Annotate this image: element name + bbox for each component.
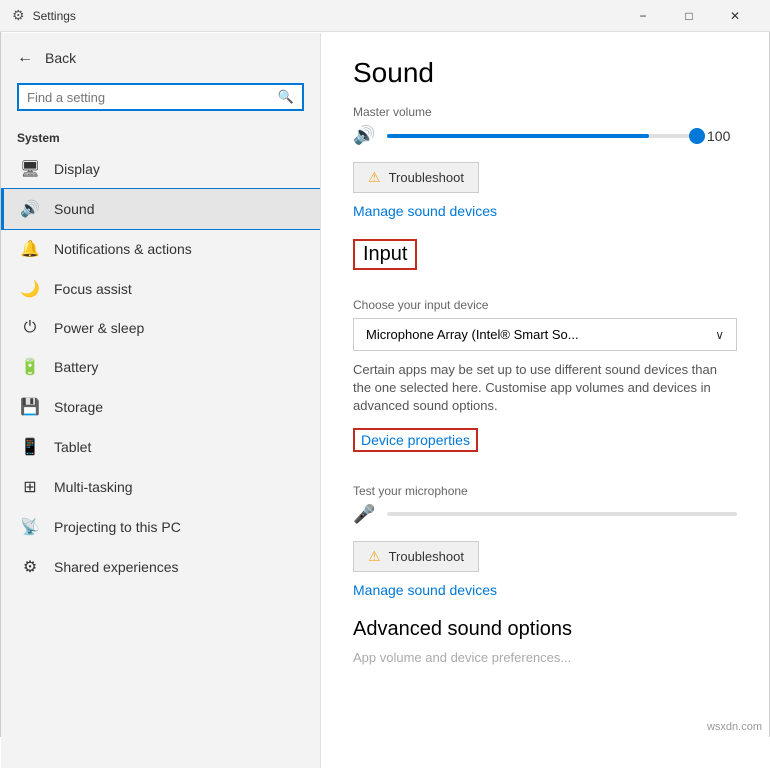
power-icon: ⏻ xyxy=(20,319,40,337)
shared-icon: ⚙ xyxy=(20,557,40,577)
hint-text: Certain apps may be set up to use differ… xyxy=(353,361,737,416)
chevron-down-icon: ∨ xyxy=(715,328,724,342)
app-container: ← Back 🔍 System 🖥 Display 🔊 Sound 🔔 Noti… xyxy=(1,33,769,768)
sidebar: ← Back 🔍 System 🖥 Display 🔊 Sound 🔔 Noti… xyxy=(1,33,321,768)
sidebar-item-label-display: Display xyxy=(54,161,100,177)
sidebar-item-label-projecting: Projecting to this PC xyxy=(54,519,181,535)
sidebar-item-projecting[interactable]: 📡 Projecting to this PC xyxy=(1,507,320,547)
sidebar-section-label: System xyxy=(1,123,320,149)
search-icon: 🔍 xyxy=(278,89,294,105)
troubleshoot-button-2[interactable]: ⚠ Troubleshoot xyxy=(353,541,479,572)
titlebar-title: Settings xyxy=(33,9,620,23)
manage-devices-link-1[interactable]: Manage sound devices xyxy=(353,203,737,219)
input-heading: Input xyxy=(363,243,407,266)
sidebar-item-label-power: Power & sleep xyxy=(54,320,144,336)
back-label: Back xyxy=(45,50,76,66)
sidebar-item-label-tablet: Tablet xyxy=(54,439,91,455)
warn-icon-2: ⚠ xyxy=(368,548,381,565)
sidebar-item-label-battery: Battery xyxy=(54,359,98,375)
advanced-heading: Advanced sound options xyxy=(353,618,737,641)
input-device-dropdown[interactable]: Microphone Array (Intel® Smart So... ∨ xyxy=(353,318,737,351)
sidebar-item-shared[interactable]: ⚙ Shared experiences xyxy=(1,547,320,587)
mic-icon: 🎤 xyxy=(353,504,375,525)
sidebar-item-notifications[interactable]: 🔔 Notifications & actions xyxy=(1,229,320,269)
sound-icon: 🔊 xyxy=(20,199,40,219)
back-button[interactable]: ← Back xyxy=(1,41,320,75)
sidebar-item-display[interactable]: 🖥 Display xyxy=(1,149,320,189)
warn-icon-1: ⚠ xyxy=(368,169,381,186)
sidebar-item-battery[interactable]: 🔋 Battery xyxy=(1,347,320,387)
page-title: Sound xyxy=(353,57,737,89)
sidebar-item-sound[interactable]: 🔊 Sound xyxy=(1,189,320,229)
sidebar-item-multitasking[interactable]: ⊞ Multi-tasking xyxy=(1,467,320,507)
troubleshoot-button-1[interactable]: ⚠ Troubleshoot xyxy=(353,162,479,193)
troubleshoot-label-2: Troubleshoot xyxy=(389,549,464,564)
search-input[interactable] xyxy=(27,90,278,105)
sidebar-item-label-shared: Shared experiences xyxy=(54,559,179,575)
settings-icon: ⚙ xyxy=(12,7,25,24)
close-button[interactable]: ✕ xyxy=(712,0,758,32)
sidebar-item-label-notifications: Notifications & actions xyxy=(54,241,192,257)
device-properties-link[interactable]: Device properties xyxy=(353,428,478,452)
focus-icon: 🌙 xyxy=(20,279,40,299)
input-device-value: Microphone Array (Intel® Smart So... xyxy=(366,327,579,342)
volume-icon: 🔊 xyxy=(353,125,375,146)
sidebar-item-tablet[interactable]: 📱 Tablet xyxy=(1,427,320,467)
search-box[interactable]: 🔍 xyxy=(17,83,304,111)
back-icon: ← xyxy=(17,49,33,67)
sidebar-item-label-storage: Storage xyxy=(54,399,103,415)
multitasking-icon: ⊞ xyxy=(20,477,40,497)
volume-slider-fill xyxy=(387,134,648,138)
input-device-label: Choose your input device xyxy=(353,298,737,312)
tablet-icon: 📱 xyxy=(20,437,40,457)
mic-test-label: Test your microphone xyxy=(353,484,737,498)
sidebar-item-focus[interactable]: 🌙 Focus assist xyxy=(1,269,320,309)
sidebar-item-storage[interactable]: 💾 Storage xyxy=(1,387,320,427)
volume-value: 100 xyxy=(707,128,737,144)
watermark: wsxdn.com xyxy=(707,721,762,733)
content-area: Sound Master volume 🔊 100 ⚠ Troubleshoot… xyxy=(321,33,769,768)
battery-icon: 🔋 xyxy=(20,357,40,377)
maximize-button[interactable]: □ xyxy=(666,0,712,32)
notifications-icon: 🔔 xyxy=(20,239,40,259)
sidebar-item-label-multitasking: Multi-tasking xyxy=(54,479,133,495)
volume-slider-thumb[interactable] xyxy=(689,128,705,144)
projecting-icon: 📡 xyxy=(20,517,40,537)
minimize-button[interactable]: − xyxy=(620,0,666,32)
display-icon: 🖥 xyxy=(20,159,40,179)
volume-row: 🔊 100 xyxy=(353,125,737,146)
titlebar-controls: − □ ✕ xyxy=(620,0,758,32)
troubleshoot-label-1: Troubleshoot xyxy=(389,170,464,185)
mic-row: 🎤 xyxy=(353,504,737,525)
volume-slider-track[interactable] xyxy=(387,134,695,138)
input-heading-container: Input xyxy=(353,239,417,270)
main-layout: ← Back 🔍 System 🖥 Display 🔊 Sound 🔔 Noti… xyxy=(1,33,769,768)
manage-devices-link-2[interactable]: Manage sound devices xyxy=(353,582,737,598)
titlebar: ⚙ Settings − □ ✕ xyxy=(0,0,770,32)
sidebar-item-label-focus: Focus assist xyxy=(54,281,132,297)
mic-track xyxy=(387,512,737,516)
master-volume-label: Master volume xyxy=(353,105,737,119)
storage-icon: 💾 xyxy=(20,397,40,417)
advanced-sub: App volume and device preferences... xyxy=(353,649,737,667)
sidebar-item-label-sound: Sound xyxy=(54,201,94,217)
sidebar-item-power[interactable]: ⏻ Power & sleep xyxy=(1,309,320,347)
